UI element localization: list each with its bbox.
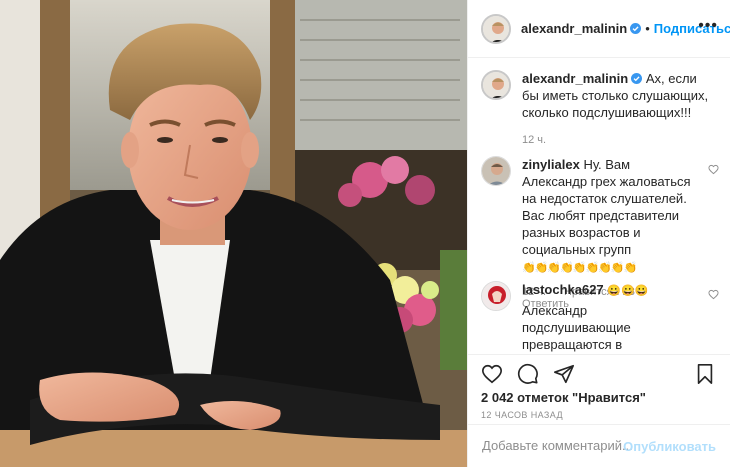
bookmark-icon[interactable] xyxy=(694,363,716,385)
comment-emoji: 😀😀😀 xyxy=(607,285,649,297)
avatar-image xyxy=(483,15,509,42)
comment-body: Александр подслушивающие превращаются в … xyxy=(522,303,631,352)
verified-icon xyxy=(631,73,643,84)
author-username[interactable]: alexandr_malinin xyxy=(521,21,627,36)
comment-emoji: 👏👏👏👏👏👏👏👏👏 xyxy=(522,262,637,274)
caption: alexandr_malinin Ах, если бы иметь столь… xyxy=(481,70,716,146)
commenter-avatar[interactable] xyxy=(481,156,511,186)
verified-icon xyxy=(630,23,642,34)
post-photo[interactable] xyxy=(0,0,467,467)
caption-avatar[interactable] xyxy=(481,70,511,100)
more-icon[interactable]: ••• xyxy=(698,18,718,34)
photo-illustration xyxy=(0,0,467,467)
comment-item: lastochka627 😀😀😀 Александр подслушивающи… xyxy=(481,281,716,354)
share-icon[interactable] xyxy=(553,363,575,385)
commenter-username[interactable]: lastochka627 xyxy=(522,282,604,297)
comment-like-heart-icon[interactable] xyxy=(708,289,719,300)
caption-text: alexandr_malinin Ах, если бы иметь столь… xyxy=(522,70,710,121)
comments-list: alexandr_malinin Ах, если бы иметь столь… xyxy=(468,58,730,354)
follow-button[interactable]: Подписаться xyxy=(654,21,730,36)
post-actions: 2 042 отметок "Нравится" 12 ЧАСОВ НАЗАД xyxy=(468,354,730,420)
post-time[interactable]: 12 ЧАСОВ НАЗАД xyxy=(481,410,563,420)
avatar-image xyxy=(482,282,510,310)
caption-username[interactable]: alexandr_malinin xyxy=(522,71,628,86)
author-avatar[interactable] xyxy=(481,13,511,44)
likes-count[interactable]: 2 042 отметок "Нравится" xyxy=(481,390,646,405)
commenter-avatar[interactable] xyxy=(481,281,511,311)
post-side-panel: alexandr_malinin • Подписаться ••• xyxy=(467,0,730,467)
comment-body: Ну. Вам Александр грех жаловаться на нед… xyxy=(522,157,691,257)
heart-icon[interactable] xyxy=(481,363,503,385)
publish-button[interactable]: Опубликовать xyxy=(623,439,716,454)
comment-input[interactable] xyxy=(480,437,639,454)
comment-like-heart-icon[interactable] xyxy=(708,164,719,175)
add-comment-bar: Опубликовать xyxy=(468,424,730,467)
avatar-image xyxy=(483,72,509,98)
comment-text: lastochka627 😀😀😀 Александр подслушивающи… xyxy=(522,281,697,354)
separator-dot: • xyxy=(645,21,650,36)
post-header: alexandr_malinin • Подписаться ••• xyxy=(468,0,730,58)
comment-icon[interactable] xyxy=(517,363,539,385)
instagram-post: alexandr_malinin • Подписаться ••• xyxy=(0,0,730,467)
comment-text: zinylialex Ну. Вам Александр грех жалова… xyxy=(522,156,697,277)
commenter-username[interactable]: zinylialex xyxy=(522,157,580,172)
avatar-image xyxy=(482,157,510,185)
caption-time[interactable]: 12 ч. xyxy=(522,134,546,146)
